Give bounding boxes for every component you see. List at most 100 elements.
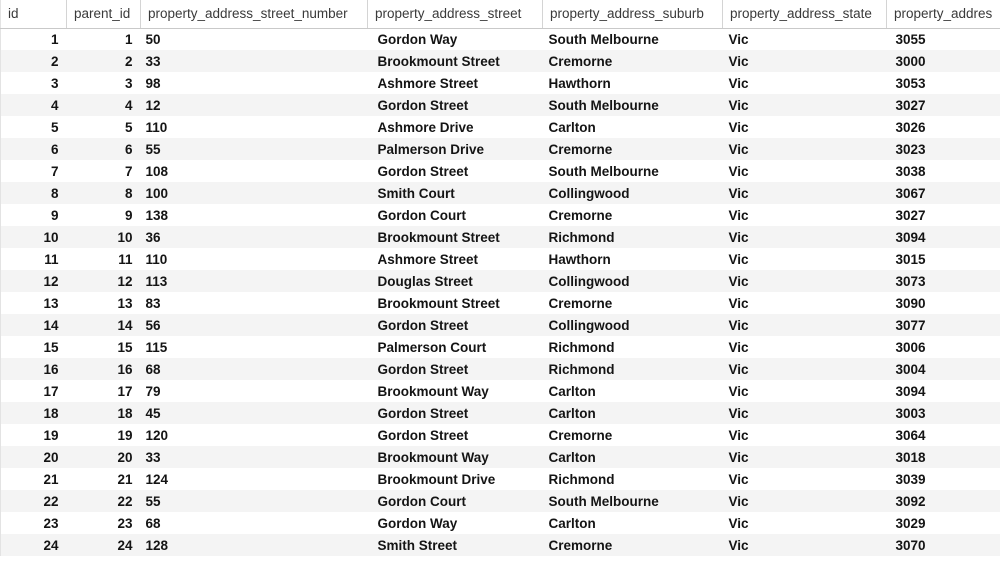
cell-street[interactable]: Gordon Street [367,94,543,116]
cell-id[interactable]: 16 [0,358,67,380]
data-grid-viewport[interactable]: id parent_id property_address_street_numbe… [0,0,1000,568]
cell-street[interactable]: Smith Court [367,182,543,204]
cell-street[interactable]: Gordon Court [367,490,543,512]
cell-state[interactable]: Vic [722,270,887,292]
cell-parent_id[interactable]: 6 [66,138,141,160]
cell-street[interactable]: Gordon Court [367,204,543,226]
cell-parent_id[interactable]: 17 [66,380,141,402]
cell-number[interactable]: 68 [140,512,368,534]
cell-state[interactable]: Vic [722,534,887,556]
cell-suburb[interactable]: South Melbourne [542,490,723,512]
cell-suburb[interactable]: Carlton [542,446,723,468]
cell-postcode[interactable]: 3029 [886,512,1000,534]
cell-street[interactable]: Ashmore Street [367,248,543,270]
cell-postcode[interactable]: 3090 [886,292,1000,314]
cell-number[interactable]: 12 [140,94,368,116]
cell-parent_id[interactable]: 23 [66,512,141,534]
cell-id[interactable]: 7 [0,160,67,182]
cell-postcode[interactable]: 3003 [886,402,1000,424]
cell-state[interactable]: Vic [722,138,887,160]
cell-number[interactable]: 33 [140,446,368,468]
cell-street[interactable]: Brookmount Way [367,446,543,468]
cell-parent_id[interactable]: 4 [66,94,141,116]
cell-state[interactable]: Vic [722,116,887,138]
cell-id[interactable]: 1 [0,28,67,50]
cell-postcode[interactable]: 3064 [886,424,1000,446]
cell-state[interactable]: Vic [722,512,887,534]
cell-parent_id[interactable]: 2 [66,50,141,72]
cell-street[interactable]: Gordon Way [367,28,543,50]
cell-suburb[interactable]: Cremorne [542,292,723,314]
column-header-suburb[interactable]: property_address_suburb [542,0,723,29]
cell-street[interactable]: Palmerson Drive [367,138,543,160]
table-row[interactable]: 2 2 33 Brookmount Street Cremorne Vic 3000 [0,50,1000,72]
cell-street[interactable]: Brookmount Drive [367,468,543,490]
table-row[interactable]: 11 11 110 Ashmore Street Hawthorn Vic 3015 [0,248,1000,270]
cell-suburb[interactable]: Richmond [542,468,723,490]
cell-parent_id[interactable]: 10 [66,226,141,248]
cell-street[interactable]: Smith Street [367,534,543,556]
cell-state[interactable]: Vic [722,160,887,182]
cell-street[interactable]: Douglas Street [367,270,543,292]
cell-state[interactable]: Vic [722,314,887,336]
cell-state[interactable]: Vic [722,490,887,512]
cell-street[interactable]: Palmerson Court [367,336,543,358]
cell-postcode[interactable]: 3092 [886,490,1000,512]
cell-number[interactable]: 68 [140,358,368,380]
cell-number[interactable]: 110 [140,248,368,270]
cell-id[interactable]: 5 [0,116,67,138]
cell-postcode[interactable]: 3094 [886,380,1000,402]
cell-suburb[interactable]: Cremorne [542,424,723,446]
cell-state[interactable]: Vic [722,72,887,94]
cell-number[interactable]: 110 [140,116,368,138]
table-row[interactable]: 13 13 83 Brookmount Street Cremorne Vic 3090 [0,292,1000,314]
cell-street[interactable]: Brookmount Street [367,292,543,314]
cell-postcode[interactable]: 3018 [886,446,1000,468]
column-header-state[interactable]: property_address_state [722,0,887,29]
cell-state[interactable]: Vic [722,204,887,226]
cell-postcode[interactable]: 3027 [886,94,1000,116]
cell-id[interactable]: 3 [0,72,67,94]
cell-state[interactable]: Vic [722,358,887,380]
table-row[interactable]: 23 23 68 Gordon Way Carlton Vic 3029 [0,512,1000,534]
cell-number[interactable]: 115 [140,336,368,358]
cell-id[interactable]: 22 [0,490,67,512]
cell-parent_id[interactable]: 18 [66,402,141,424]
table-row[interactable]: 22 22 55 Gordon Court South Melbourne Vic 3092 [0,490,1000,512]
cell-number[interactable]: 79 [140,380,368,402]
cell-postcode[interactable]: 3055 [886,28,1000,50]
cell-id[interactable]: 21 [0,468,67,490]
column-header-number[interactable]: property_address_street_number [140,0,368,29]
cell-postcode[interactable]: 3023 [886,138,1000,160]
cell-state[interactable]: Vic [722,28,887,50]
cell-state[interactable]: Vic [722,468,887,490]
table-row[interactable]: 18 18 45 Gordon Street Carlton Vic 3003 [0,402,1000,424]
cell-parent_id[interactable]: 1 [66,28,141,50]
cell-id[interactable]: 18 [0,402,67,424]
cell-parent_id[interactable]: 22 [66,490,141,512]
cell-number[interactable]: 55 [140,490,368,512]
cell-state[interactable]: Vic [722,380,887,402]
cell-suburb[interactable]: South Melbourne [542,160,723,182]
cell-number[interactable]: 36 [140,226,368,248]
cell-id[interactable]: 24 [0,534,67,556]
cell-street[interactable]: Gordon Way [367,512,543,534]
table-row[interactable]: 4 4 12 Gordon Street South Melbourne Vic 3027 [0,94,1000,116]
cell-postcode[interactable]: 3039 [886,468,1000,490]
table-row[interactable]: 12 12 113 Douglas Street Collingwood Vic 3073 [0,270,1000,292]
cell-parent_id[interactable]: 11 [66,248,141,270]
table-row[interactable]: 20 20 33 Brookmount Way Carlton Vic 3018 [0,446,1000,468]
table-row[interactable]: 5 5 110 Ashmore Drive Carlton Vic 3026 [0,116,1000,138]
cell-suburb[interactable]: Cremorne [542,50,723,72]
table-row[interactable]: 24 24 128 Smith Street Cremorne Vic 3070 [0,534,1000,556]
cell-street[interactable]: Gordon Street [367,314,543,336]
cell-suburb[interactable]: Collingwood [542,182,723,204]
cell-postcode[interactable]: 3027 [886,204,1000,226]
cell-state[interactable]: Vic [722,292,887,314]
cell-id[interactable]: 23 [0,512,67,534]
cell-suburb[interactable]: Cremorne [542,138,723,160]
cell-number[interactable]: 113 [140,270,368,292]
table-row[interactable]: 17 17 79 Brookmount Way Carlton Vic 3094 [0,380,1000,402]
cell-number[interactable]: 108 [140,160,368,182]
cell-id[interactable]: 20 [0,446,67,468]
